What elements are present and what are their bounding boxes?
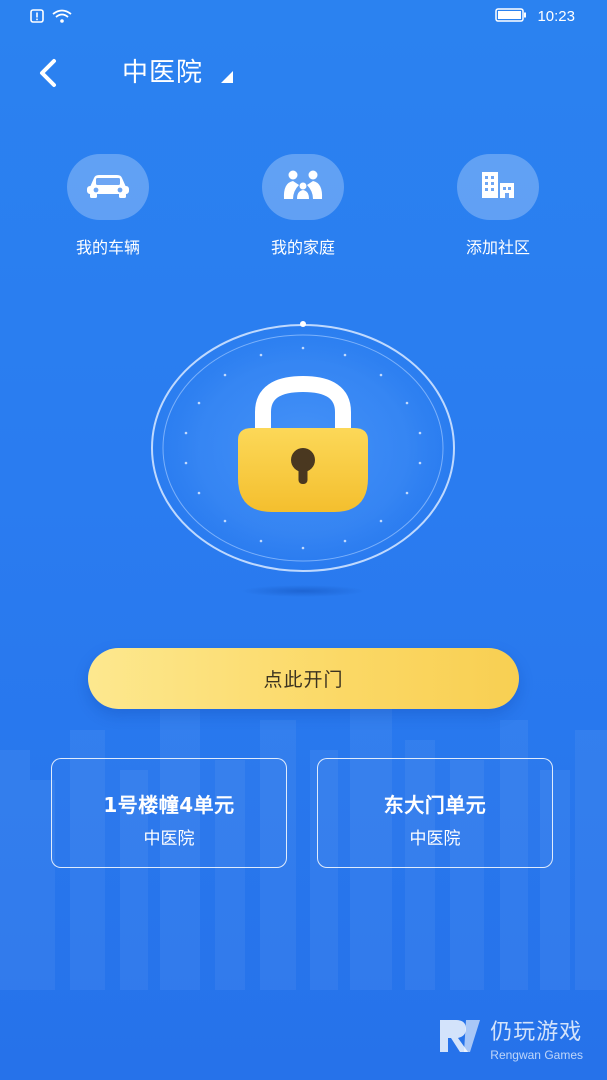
family-icon-circle (262, 154, 344, 220)
status-time: 10:23 (537, 8, 575, 25)
my-vehicles-button[interactable]: 我的车辆 (48, 154, 168, 258)
my-family-button[interactable]: 我的家庭 (243, 154, 363, 258)
my-vehicles-label: 我的车辆 (75, 238, 140, 257)
door-place: 中医院 (143, 829, 195, 849)
door-name: 1号楼幢4单元 (103, 793, 235, 817)
watermark-subtitle: Rengwan Games (490, 1048, 583, 1062)
car-icon-circle (67, 154, 149, 220)
lock-shadow (241, 585, 365, 597)
building-icon (480, 170, 516, 204)
alert-icon (30, 8, 44, 27)
watermark-text: 仍玩游戏 Rengwan Games (490, 1014, 583, 1062)
family-icon (281, 169, 325, 205)
door-card-1[interactable]: 1号楼幢4单元 中医院 (51, 758, 287, 868)
my-family-label: 我的家庭 (270, 238, 335, 257)
back-button[interactable] (30, 55, 66, 91)
watermark-title: 仍玩游戏 (490, 1020, 583, 1045)
chevron-left-icon (30, 59, 66, 95)
watermark: 仍玩游戏 Rengwan Games (436, 1014, 583, 1062)
door-card-2[interactable]: 东大门单元 中医院 (317, 758, 553, 868)
status-bar: 10:23 (0, 0, 607, 34)
add-community-button[interactable]: 添加社区 (438, 154, 558, 258)
add-community-label: 添加社区 (465, 238, 530, 257)
community-selector[interactable]: 中医院 (122, 52, 234, 89)
page-title: 中医院 (122, 58, 204, 88)
open-door-button[interactable]: 点此开门 (88, 648, 519, 709)
battery-icon (495, 7, 527, 26)
lock-area (0, 300, 607, 610)
building-icon-circle (457, 154, 539, 220)
door-name: 东大门单元 (383, 793, 487, 817)
status-left (30, 8, 72, 27)
screen: 10:23 中医院 我的车辆 我的家庭 添加社区 点此开门 1号楼幢4单元 中医… (0, 0, 607, 1080)
open-door-label: 点此开门 (263, 669, 344, 691)
wifi-icon (52, 8, 72, 27)
status-right: 10:23 (495, 7, 575, 26)
door-place: 中医院 (409, 829, 461, 849)
watermark-logo-icon (436, 1016, 482, 1060)
ring-indicator-dot (300, 321, 306, 327)
car-icon (86, 172, 130, 202)
caret-down-icon (221, 68, 234, 87)
